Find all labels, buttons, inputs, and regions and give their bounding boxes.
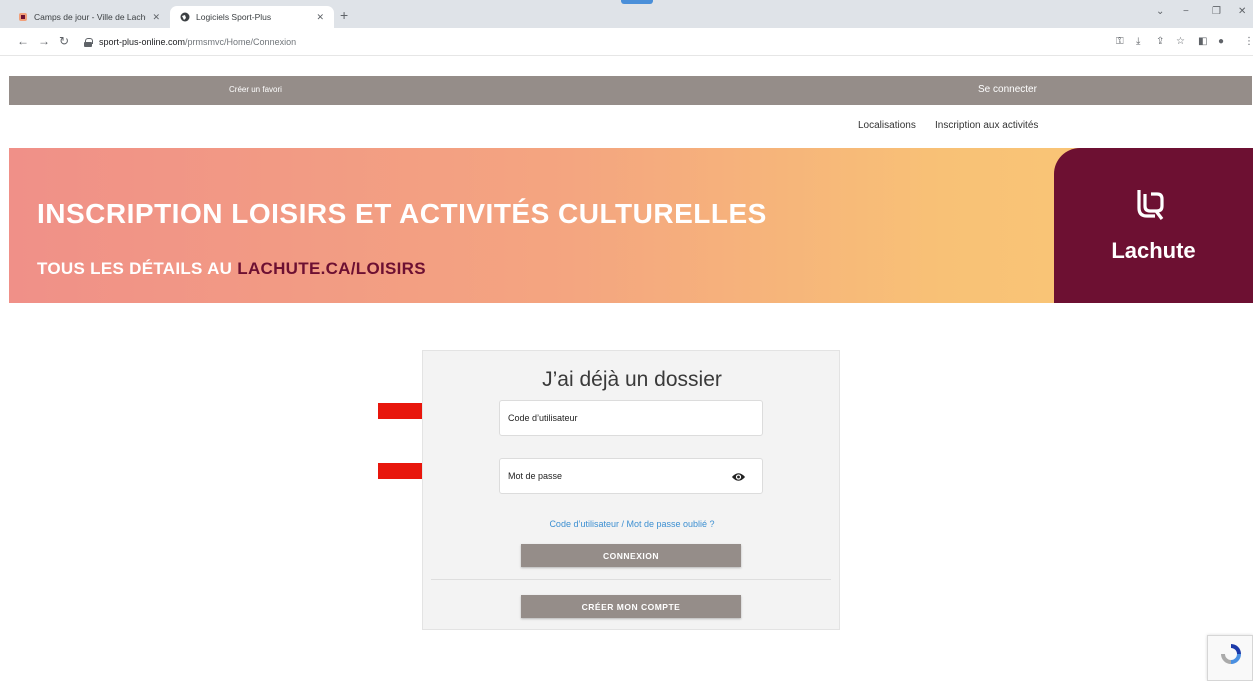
tab-sport-plus[interactable]: Logiciels Sport-Plus ✕ [170,6,334,28]
banner-subtitle: TOUS LES DÉTAILS AU LACHUTE.CA/LOISIRS [37,259,426,279]
password-field-wrapper [499,458,763,494]
tab-camps-de-jour[interactable]: Camps de jour - Ville de Lachute ✕ [8,6,170,28]
forward-icon[interactable]: → [38,34,50,48]
tab-search-icon[interactable]: ⌄ [1156,6,1164,17]
lachute-logo-icon [1137,190,1164,220]
site-topbar: Créer un favori Se connecter [9,76,1252,105]
password-input[interactable] [500,459,762,493]
connexion-button[interactable]: CONNEXION [521,544,741,567]
nav-inscription-activites[interactable]: Inscription aux activités [935,120,1038,131]
new-tab-button[interactable]: + [340,7,348,23]
divider [431,579,831,580]
close-window-icon[interactable]: ✕ [1238,6,1246,17]
banner-subtitle-link: LACHUTE.CA/LOISIRS [237,259,426,278]
install-icon[interactable]: ⤓ [1136,36,1140,47]
close-tab-icon[interactable]: ✕ [152,12,160,23]
tab-title: Logiciels Sport-Plus [196,12,272,22]
banner-subtitle-prefix: TOUS LES DÉTAILS AU [37,259,238,278]
share-icon[interactable]: ⇪ [1156,36,1164,47]
menu-icon[interactable]: ⋮ [1244,36,1253,47]
username-field-wrapper [499,400,763,436]
eye-icon[interactable] [731,471,746,483]
lachute-favicon-icon [19,13,27,21]
login-title: J’ai déjà un dossier [542,368,722,391]
recaptcha-badge[interactable] [1207,635,1253,681]
login-panel: J’ai déjà un dossier Code d’utilisateur … [422,350,840,630]
banner-title: INSCRIPTION LOISIRS ET ACTIVITÉS CULTURE… [37,198,767,229]
profile-icon[interactable]: ● [1218,36,1224,47]
url-path: /prmsmvc/Home/Connexion [185,37,297,47]
logo-text: Lachute [1111,238,1196,263]
restore-icon[interactable]: ❐ [1212,6,1221,17]
hero-banner: INSCRIPTION LOISIRS ET ACTIVITÉS CULTURE… [9,148,1253,303]
minimize-icon[interactable]: − [1183,6,1189,17]
lock-icon[interactable] [84,37,93,47]
nav-localisations[interactable]: Localisations [858,120,916,131]
tab-title: Camps de jour - Ville de Lachute [34,12,147,22]
close-tab-icon[interactable]: ✕ [316,12,324,23]
globe-favicon-icon [180,12,190,22]
login-link[interactable]: Se connecter [978,84,1037,95]
username-input[interactable] [500,401,762,435]
forgot-credentials-link[interactable]: Code d’utilisateur / Mot de passe oublié… [423,519,841,529]
create-favorite-link[interactable]: Créer un favori [229,85,282,94]
reload-icon[interactable]: ↻ [59,34,69,48]
url-host: sport-plus-online.com [99,37,186,47]
address-bar[interactable]: sport-plus-online.com/prmsmvc/Home/Conne… [84,32,1100,52]
browser-tab-strip: Camps de jour - Ville de Lachute ✕ Logic… [0,0,1253,28]
back-icon[interactable]: ← [17,34,29,48]
profile-indicator [621,0,653,4]
recaptcha-icon [1221,644,1241,664]
bookmark-star-icon[interactable]: ☆ [1176,36,1185,47]
create-account-button[interactable]: CRÉER MON COMPTE [521,595,741,618]
lachute-logo: Lachute [1054,148,1253,303]
key-icon[interactable]: ⚿ [1116,36,1124,47]
side-panel-icon[interactable]: ◧ [1198,36,1207,47]
browser-navbar: ← → ↻ sport-plus-online.com/prmsmvc/Home… [0,28,1253,56]
